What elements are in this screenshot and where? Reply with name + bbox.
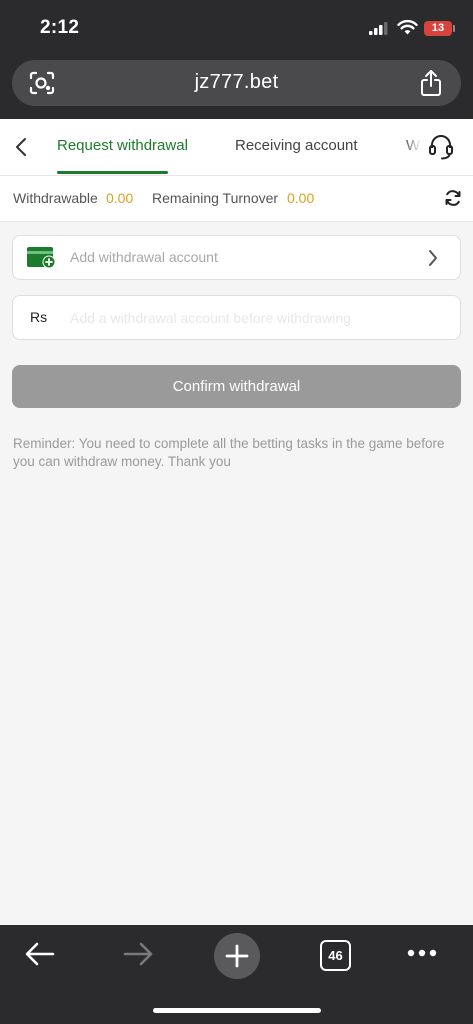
turnover-label: Remaining Turnover <box>152 190 279 206</box>
status-time: 2:12 <box>40 17 80 38</box>
browser-bottom-toolbar: 46 <box>0 925 473 1024</box>
back-chevron-icon[interactable] <box>14 136 28 158</box>
signal-icon <box>369 22 388 35</box>
reminder-text: Reminder: You need to complete all the b… <box>13 436 445 469</box>
battery-level: 13 <box>431 22 445 34</box>
withdrawable-value: 0.00 <box>106 190 134 206</box>
currency-label: Rs <box>30 309 48 325</box>
home-indicator <box>153 1008 321 1013</box>
forward-arrow-icon <box>123 942 153 966</box>
chevron-right-icon <box>429 250 437 266</box>
new-tab-button[interactable] <box>214 933 260 979</box>
url-bar[interactable]: jz777.bet <box>12 60 461 106</box>
active-tab-indicator <box>57 171 168 174</box>
balance-row: Withdrawable 0.00 Remaining Turnover 0.0… <box>0 176 473 222</box>
tab-header: Request withdrawal Receiving account W <box>0 119 473 176</box>
account-placeholder: Add withdrawal account <box>70 249 218 265</box>
back-arrow-icon[interactable] <box>24 941 56 967</box>
tabs-count-button[interactable]: 46 <box>320 940 351 971</box>
share-icon[interactable] <box>420 69 442 97</box>
browser-top-chrome: 2:12 13 jz777.bet <box>0 0 473 119</box>
plus-icon <box>225 944 249 968</box>
url-text[interactable]: jz777.bet <box>12 71 461 94</box>
wifi-icon <box>397 19 418 35</box>
battery-tip <box>453 25 455 32</box>
tab-overflow-fade <box>404 119 426 175</box>
confirm-withdrawal-button[interactable]: Confirm withdrawal <box>12 365 461 408</box>
turnover-value: 0.00 <box>287 190 315 206</box>
tab-receiving-account[interactable]: Receiving account <box>235 137 358 154</box>
refresh-icon[interactable] <box>443 188 463 208</box>
amount-input[interactable] <box>68 301 452 335</box>
withdrawable-label: Withdrawable <box>13 190 98 206</box>
amount-field[interactable]: Rs <box>12 295 461 340</box>
headset-icon[interactable] <box>428 133 454 161</box>
tab-request-withdrawal[interactable]: Request withdrawal <box>57 137 188 154</box>
wallet-add-icon <box>27 247 56 269</box>
battery-icon: 13 <box>424 21 452 36</box>
add-withdrawal-account-button[interactable]: Add withdrawal account <box>12 235 461 280</box>
more-icon[interactable] <box>407 949 437 957</box>
